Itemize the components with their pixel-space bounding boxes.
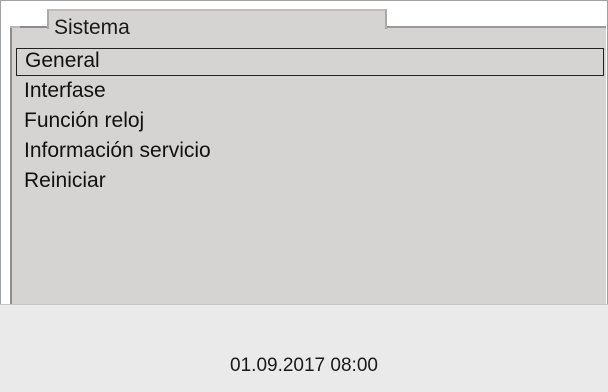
- menu-item-interfase[interactable]: Interfase: [16, 78, 604, 108]
- menu-item-label: Información servicio: [24, 139, 211, 162]
- menu-list: General Interfase Función reloj Informac…: [16, 48, 604, 198]
- menu-item-informacion-servicio[interactable]: Información servicio: [16, 138, 604, 168]
- tab-line-right: [387, 26, 606, 28]
- datetime-display: 01.09.2017 08:00: [230, 355, 378, 376]
- menu-item-funcion-reloj[interactable]: Función reloj: [16, 108, 604, 138]
- menu-item-reiniciar[interactable]: Reiniciar: [16, 168, 604, 198]
- menu-item-label: Función reloj: [24, 109, 145, 132]
- menu-item-label: General: [25, 49, 100, 72]
- tab-title: Sistema: [54, 16, 130, 39]
- menu-item-label: Reiniciar: [24, 169, 106, 192]
- menu-item-general[interactable]: General: [16, 48, 604, 76]
- tab-notch: [20, 26, 50, 28]
- menu-item-label: Interfase: [24, 79, 106, 102]
- status-bar: [0, 304, 608, 392]
- status-bar-divider: [0, 304, 608, 305]
